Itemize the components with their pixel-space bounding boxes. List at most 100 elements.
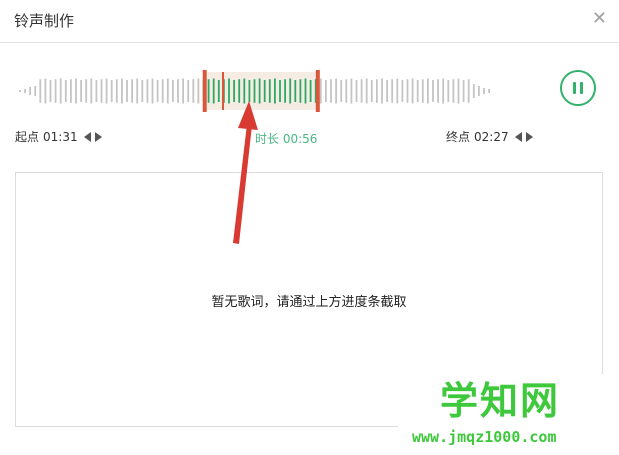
waveform-bar (365, 78, 368, 104)
waveform-bar (330, 79, 332, 103)
waveform-bar (442, 78, 445, 104)
waveform-bar (411, 78, 414, 104)
waveform-bar (483, 88, 485, 94)
lyrics-empty-message: 暂无歌词，请通过上方进度条截取 (211, 295, 407, 310)
waveform-bar (268, 79, 271, 103)
waveform-bar (350, 78, 353, 104)
waveform-bar (427, 78, 429, 104)
start-prev-icon[interactable] (83, 131, 91, 142)
waveform-bar (401, 80, 404, 102)
waveform-bar (299, 79, 302, 103)
waveform-slider[interactable] (15, 66, 505, 116)
waveform-bar (151, 78, 154, 104)
waveform-bar (406, 79, 409, 103)
waveform-bar (243, 78, 246, 104)
waveform-bar (29, 87, 31, 95)
waveform-bar (228, 78, 230, 104)
waveform-bar (54, 79, 57, 103)
waveform-bar (64, 80, 67, 102)
end-prev-icon[interactable] (514, 131, 522, 142)
end-time: 02:27 (474, 129, 509, 144)
end-label: 终点 (446, 130, 471, 144)
waveform-bar (391, 79, 394, 103)
waveform-bar (309, 80, 312, 102)
start-handle[interactable] (202, 70, 207, 112)
waveform-bar (100, 79, 103, 103)
waveform-bar (59, 78, 62, 104)
waveform-bar (110, 80, 113, 102)
waveform-bar (39, 79, 42, 103)
waveform-bar (238, 79, 241, 103)
waveform-bar (161, 79, 164, 103)
waveform-bar (156, 80, 159, 102)
waveform-bar (44, 78, 47, 104)
waveform-bar (172, 80, 174, 102)
waveform-bar (360, 79, 363, 103)
waveform-bar (416, 80, 419, 102)
waveform-bar (467, 79, 470, 103)
playhead-marker[interactable] (222, 72, 224, 110)
waveform-bar (75, 78, 77, 104)
waveform-bar (146, 79, 149, 103)
start-label: 起点 (15, 130, 40, 144)
waveform-bar (437, 79, 439, 103)
waveform-bar (85, 79, 88, 103)
waveform-bar (177, 79, 179, 103)
waveform-bar (396, 78, 399, 104)
waveform-bar (432, 80, 434, 102)
dialog-title: 铃声制作 (14, 12, 75, 30)
waveform-bar (304, 78, 307, 104)
watermark-url: www.jmqz1000.com (412, 428, 557, 446)
end-point: 终点 02:27 (446, 128, 533, 145)
waveform-bar (335, 78, 337, 104)
waveform-bar (49, 80, 52, 102)
waveform-bar (447, 80, 450, 102)
waveform-bar (258, 78, 261, 104)
waveform-bar (462, 80, 465, 102)
waveform-bar (166, 78, 169, 104)
waveform-bar (233, 80, 235, 102)
waveform-bar (370, 80, 373, 102)
waveform-bar (457, 78, 460, 104)
waveform-bar (212, 78, 215, 104)
waveform-bar (472, 84, 475, 98)
waveform-bar (192, 79, 195, 103)
waveform-bar (131, 79, 133, 103)
waveform-bar (115, 79, 118, 103)
waveform-bar (70, 79, 72, 103)
waveform-bar (197, 78, 200, 104)
waveform-bar (452, 79, 455, 103)
waveform-bar (90, 78, 93, 104)
dialog-titlebar: 铃声制作 ✕ (0, 0, 619, 43)
waveform-bar (274, 78, 276, 104)
waveform-bar (340, 80, 343, 102)
end-next-icon[interactable] (525, 131, 533, 142)
start-point: 起点 01:31 (15, 128, 102, 145)
waveform-bar (24, 89, 26, 93)
close-icon[interactable]: ✕ (592, 10, 607, 28)
waveform-bar (187, 80, 190, 102)
waveform-bar (207, 79, 210, 103)
waveform-bar (136, 78, 139, 104)
pause-icon-bar (580, 82, 583, 94)
waveform-bar (325, 80, 327, 102)
duration-text: 时长 00:56 (255, 132, 318, 146)
waveform-bar (488, 89, 490, 93)
waveform-bar (421, 79, 424, 103)
waveform-bar (248, 80, 251, 102)
waveform-bar (141, 80, 144, 102)
waveform-bar (217, 80, 220, 102)
waveform-bar (126, 80, 128, 102)
end-handle[interactable] (315, 70, 320, 112)
pause-button[interactable] (560, 70, 596, 106)
waveform-bar (345, 79, 348, 103)
waveform-bar (386, 80, 388, 102)
waveform-bar (478, 86, 480, 96)
waveform-bar (80, 80, 82, 102)
waveform-bar (121, 78, 123, 104)
waveform-bar (319, 78, 322, 104)
waveform-bar (95, 80, 98, 102)
start-next-icon[interactable] (94, 131, 102, 142)
waveform-bar (182, 78, 184, 104)
watermark-brand: 学知网 (440, 379, 561, 423)
